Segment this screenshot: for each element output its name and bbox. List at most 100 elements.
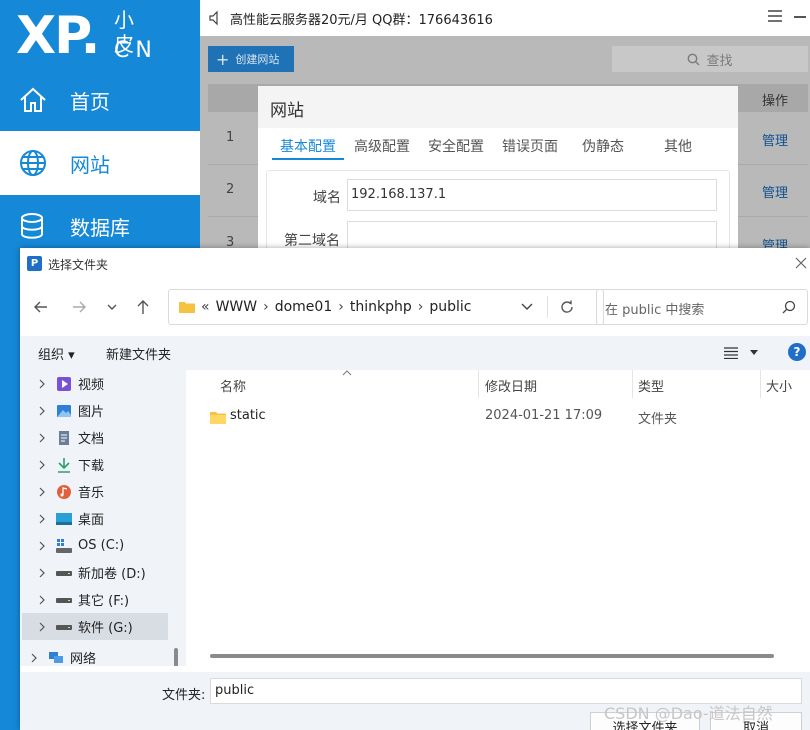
folder-icon (210, 412, 226, 424)
domain-input[interactable]: 192.168.137.1 (347, 179, 717, 211)
up-arrow-icon[interactable] (134, 298, 152, 316)
tree-item-documents[interactable]: 文档 (22, 424, 168, 451)
chevron-right-icon[interactable] (38, 622, 46, 632)
column-divider[interactable] (632, 370, 633, 398)
globe-icon (20, 150, 46, 176)
chevron-right-icon[interactable] (38, 460, 46, 470)
drive-c-icon (56, 538, 72, 553)
column-actions: 操作 (761, 94, 788, 109)
divider (547, 296, 548, 318)
watermark: CSDN @Dao-道法自然 (604, 704, 773, 723)
chevron-right-icon[interactable] (38, 514, 46, 524)
tab-error-pages[interactable]: 错误页面 (494, 132, 566, 160)
chevron-right-icon[interactable] (38, 406, 46, 416)
menu-icon[interactable] (768, 10, 782, 22)
tree-item-downloads[interactable]: 下载 (22, 451, 168, 478)
tree-label: 网络 (70, 652, 97, 666)
nav-label: 网站 (70, 152, 110, 177)
chevron-right-icon[interactable] (30, 653, 38, 663)
tree-label: 图片 (78, 405, 105, 420)
chevron-right-icon[interactable] (38, 379, 46, 389)
tree-item-videos[interactable]: 视频 (22, 370, 168, 397)
tab-rewrite[interactable]: 伪静态 (574, 132, 632, 160)
chevron-down-icon[interactable] (521, 303, 533, 311)
row-number: 2 (226, 182, 235, 197)
tab-other[interactable]: 其他 (656, 132, 700, 160)
tab-security-config[interactable]: 安全配置 (420, 132, 492, 160)
file-modified: 2024-01-21 17:09 (485, 408, 603, 423)
tree-item-network[interactable]: 网络 (22, 644, 168, 666)
site-form: 域名 192.168.137.1 第二域名 (266, 170, 730, 256)
nav-label: 首页 (70, 89, 110, 114)
folder-label: 文件夹: (162, 688, 206, 703)
tree-label: OS (C:) (78, 538, 125, 553)
column-type[interactable]: 类型 (638, 376, 664, 395)
domain-label: 域名 (313, 190, 341, 206)
chevron-right-icon[interactable] (38, 433, 46, 443)
tree-scrollbar[interactable] (174, 648, 178, 666)
desktop-icon (56, 512, 72, 525)
chevron-right-icon[interactable] (38, 595, 46, 605)
caret-down-icon[interactable] (750, 350, 758, 356)
manage-link[interactable]: 管理 (762, 130, 788, 149)
folder-icon (179, 302, 195, 313)
file-row[interactable]: static 2024-01-21 17:09 文件夹 (190, 404, 810, 430)
organize-button[interactable]: 组织 ▾ (38, 344, 75, 363)
column-name[interactable]: 名称 (220, 376, 246, 395)
column-divider[interactable] (478, 370, 479, 398)
download-icon (58, 457, 70, 473)
breadcrumb-dome01[interactable]: dome01 (275, 299, 333, 315)
column-size[interactable]: 大小 (766, 376, 792, 395)
chevron-right-icon[interactable] (38, 568, 46, 578)
tree-item-drive-c[interactable]: OS (C:) (22, 532, 168, 559)
tree-item-pictures[interactable]: 图片 (22, 397, 168, 424)
close-icon[interactable] (794, 256, 808, 270)
file-type: 文件夹 (638, 412, 678, 427)
video-icon (57, 376, 71, 391)
tree-item-drive-g[interactable]: 软件 (G:) (22, 613, 168, 640)
nav-item-home[interactable]: 首页 (0, 68, 200, 132)
tree-item-drive-f[interactable]: 其它 (F:) (22, 586, 168, 613)
address-row: « WWW › dome01 › thinkphp › public 在 pub… (20, 284, 810, 330)
column-modified[interactable]: 修改日期 (485, 376, 537, 395)
back-arrow-icon[interactable] (32, 298, 50, 316)
tree-label: 新加卷 (D:) (78, 567, 146, 582)
column-divider[interactable] (760, 370, 761, 398)
tree-label: 音乐 (78, 486, 105, 501)
select-folder-dialog: P 选择文件夹 « WWW › dome01 › thinkphp › publ… (20, 248, 810, 730)
minimize-icon[interactable] (794, 16, 806, 18)
tab-basic-config[interactable]: 基本配置 (272, 132, 344, 160)
folder-search-input[interactable]: 在 public 中搜索 (596, 289, 808, 325)
tree-item-desktop[interactable]: 桌面 (22, 505, 168, 532)
breadcrumb-overflow[interactable]: « (201, 299, 210, 315)
horizontal-scrollbar[interactable] (210, 654, 774, 658)
tree-item-drive-d[interactable]: 新加卷 (D:) (22, 559, 168, 586)
pictures-icon (57, 404, 71, 417)
breadcrumb-thinkphp[interactable]: thinkphp (350, 299, 412, 315)
file-name: static (230, 408, 266, 423)
dialog-titlebar: P 选择文件夹 (20, 248, 810, 280)
tree-item-music[interactable]: 音乐 (22, 478, 168, 505)
breadcrumb-public[interactable]: public (429, 299, 471, 315)
row-number: 1 (226, 130, 235, 145)
create-website-button[interactable]: + 创建网站 (208, 46, 294, 72)
manage-link[interactable]: 管理 (762, 182, 788, 201)
new-folder-button[interactable]: 新建文件夹 (106, 344, 171, 363)
search-placeholder: 查找 (706, 53, 733, 69)
view-list-icon[interactable] (724, 347, 738, 359)
app-topbar: 高性能云服务器20元/月 QQ群：176643616 (200, 0, 810, 36)
chevron-right-icon[interactable] (38, 487, 46, 497)
breadcrumb-www[interactable]: WWW (216, 299, 258, 315)
modal-tabs: 基本配置 高级配置 安全配置 错误页面 伪静态 其他 (272, 132, 728, 160)
music-icon (57, 484, 71, 499)
tab-advanced-config[interactable]: 高级配置 (346, 132, 418, 160)
refresh-icon[interactable] (559, 299, 575, 315)
documents-icon (59, 430, 69, 445)
site-search-input[interactable]: 查找 (612, 46, 808, 72)
recent-dropdown-icon[interactable] (106, 298, 118, 316)
address-bar[interactable]: « WWW › dome01 › thinkphp › public (168, 289, 604, 325)
chevron-right-icon[interactable] (38, 541, 46, 551)
nav-item-website[interactable]: 网站 (0, 131, 200, 195)
forward-arrow-icon[interactable] (70, 298, 88, 316)
help-icon[interactable]: ? (788, 343, 806, 361)
